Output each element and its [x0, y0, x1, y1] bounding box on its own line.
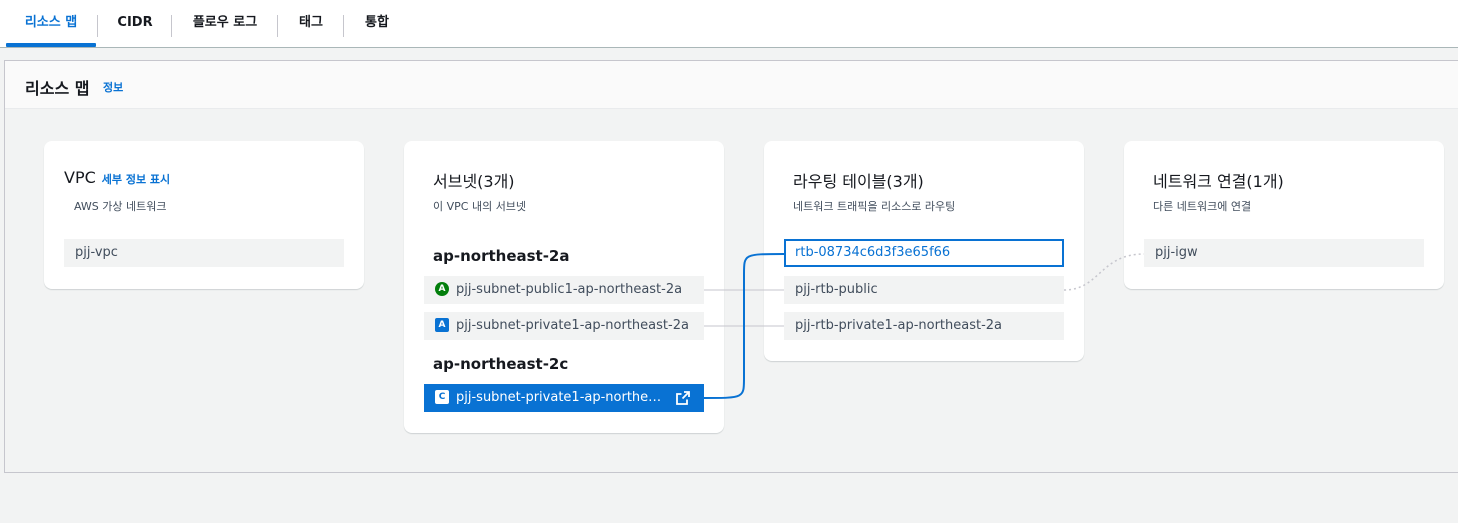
tab-bar: 리소스 맵 CIDR 플로우 로그 태그 통합	[0, 0, 1458, 48]
vpc-item[interactable]: pjj-vpc	[64, 239, 344, 267]
private-subnet-badge-icon: A	[435, 317, 449, 332]
tab-integrations[interactable]: 통합	[344, 8, 410, 38]
network-card-subtitle: 다른 네트워크에 연결	[1153, 200, 1252, 213]
info-link[interactable]: 정보	[103, 79, 123, 95]
route-tables-card-subtitle: 네트워크 트래픽을 리소스로 라우팅	[793, 200, 956, 213]
panel-header: 리소스 맵 정보	[5, 61, 1458, 109]
subnet-label: pjj-subnet-private1-ap-northe…	[456, 390, 662, 405]
tab-cidr[interactable]: CIDR	[98, 8, 172, 38]
tab-tags[interactable]: 태그	[278, 8, 344, 38]
subnet-label: pjj-subnet-private1-ap-northeast-2a	[456, 318, 689, 333]
show-details-link[interactable]: 세부 정보 표시	[102, 173, 170, 186]
public-subnet-badge-icon: A	[435, 281, 449, 296]
tab-flow-logs[interactable]: 플로우 로그	[172, 8, 278, 38]
network-connections-card: 네트워크 연결(1개) 다른 네트워크에 연결 pjj-igw	[1124, 141, 1444, 289]
route-tables-card: 라우팅 테이블(3개) 네트워크 트래픽을 리소스로 라우팅 rtb-08734…	[764, 141, 1084, 361]
subnets-card: 서브넷(3개) 이 VPC 내의 서브넷 ap-northeast-2a Apj…	[404, 141, 724, 433]
subnets-card-subtitle: 이 VPC 내의 서브넷	[433, 200, 527, 213]
external-link-icon[interactable]	[676, 391, 690, 405]
network-card-title: 네트워크 연결(1개)	[1153, 172, 1284, 191]
vpc-title-text: VPC	[64, 168, 96, 187]
panel-title: 리소스 맵	[25, 79, 90, 98]
network-item[interactable]: pjj-igw	[1144, 239, 1424, 267]
tab-resource-map[interactable]: 리소스 맵	[6, 8, 96, 38]
subnet-item-selected[interactable]: Cpjj-subnet-private1-ap-northe…	[424, 384, 704, 412]
route-table-item-highlighted[interactable]: rtb-08734c6d3f3e65f66	[784, 239, 1064, 267]
route-table-item[interactable]: pjj-rtb-public	[784, 276, 1064, 304]
az-title: ap-northeast-2a	[433, 247, 570, 265]
active-tab-indicator	[6, 43, 96, 47]
vpc-card-subtitle: AWS 가상 네트워크	[74, 200, 167, 213]
route-table-item[interactable]: pjj-rtb-private1-ap-northeast-2a	[784, 312, 1064, 340]
vpc-card: VPC 세부 정보 표시 AWS 가상 네트워크 pjj-vpc	[44, 141, 364, 289]
vpc-card-title: VPC 세부 정보 표시	[64, 168, 170, 187]
subnet-item[interactable]: Apjj-subnet-public1-ap-northeast-2a	[424, 276, 704, 304]
subnet-label: pjj-subnet-public1-ap-northeast-2a	[456, 282, 683, 297]
subnets-card-title: 서브넷(3개)	[433, 172, 515, 191]
private-subnet-badge-icon: C	[435, 389, 449, 404]
az-title: ap-northeast-2c	[433, 355, 569, 373]
subnet-item[interactable]: Apjj-subnet-private1-ap-northeast-2a	[424, 312, 704, 340]
route-tables-card-title: 라우팅 테이블(3개)	[793, 172, 924, 191]
